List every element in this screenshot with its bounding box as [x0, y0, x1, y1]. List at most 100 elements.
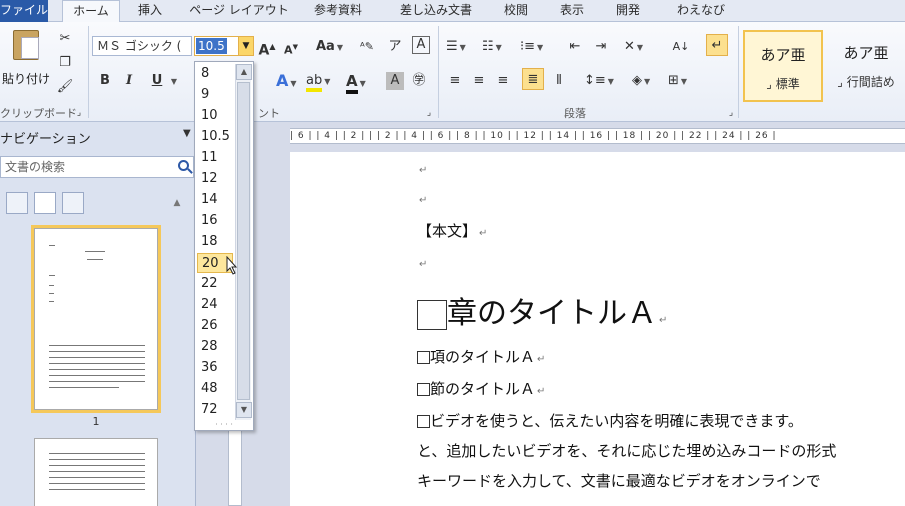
font-size-option[interactable]: 11 — [197, 148, 233, 168]
font-size-option[interactable]: 18 — [197, 232, 233, 252]
headings-view-button[interactable] — [6, 192, 28, 214]
clipboard-icon — [13, 30, 39, 60]
asian-layout-icon[interactable]: ✕ ▼ — [624, 36, 643, 58]
shrink-font-button[interactable]: A▼ — [282, 36, 300, 58]
font-size-dropdown[interactable]: 8 9 10 10.5 11 12 14 16 18 20 22 24 26 28 36 48 72 ▲ ▼ ·… — [194, 61, 254, 431]
scroll-up-icon[interactable]: ▲ — [168, 192, 186, 214]
numbering-icon[interactable]: ☷ ▼ — [482, 36, 502, 58]
font-size-option[interactable]: 10 — [197, 106, 233, 126]
resize-grip-icon[interactable]: · · · · — [195, 421, 253, 430]
char-border-icon[interactable]: A — [412, 36, 430, 54]
font-size-option[interactable]: 9 — [197, 85, 233, 105]
scrollbar-thumb[interactable] — [237, 82, 250, 400]
italic-button[interactable]: I — [120, 70, 138, 92]
paragraph-mark: ↵ — [419, 259, 428, 270]
page-thumbnail[interactable] — [31, 225, 161, 413]
pages-view-button[interactable] — [34, 192, 56, 214]
results-view-button[interactable] — [62, 192, 84, 214]
bullets-icon[interactable]: ☰ ▼ — [446, 36, 466, 58]
document-page[interactable]: ↵ ↵ 【本文】 ↵ ↵ 章のタイトルＡ ↵ 項のタイトルＡ ↵ 節のタイトルＡ ↵ ビ… — [290, 152, 905, 506]
tab-page-layout[interactable]: ページ レイアウト — [180, 0, 298, 22]
search-icon[interactable] — [178, 160, 189, 171]
page-number: 1 — [92, 415, 100, 428]
tab-waenavi[interactable]: わえなび — [666, 0, 736, 22]
font-group-label: ント — [258, 107, 280, 120]
style-no-spacing[interactable]: あア亜 ⌟ 行間詰め — [826, 30, 905, 102]
font-size-option[interactable]: 22 — [197, 274, 233, 294]
scroll-down-icon[interactable]: ▼ — [236, 402, 252, 418]
highlight-icon[interactable]: ab ▼ — [306, 70, 330, 92]
font-color-icon[interactable]: A ▼ — [346, 70, 366, 94]
scissors-icon: ✂ — [59, 31, 71, 46]
show-marks-icon[interactable]: ↵ — [706, 34, 728, 56]
style-sample: あア亜 — [843, 44, 889, 62]
copy-button[interactable]: ❐ — [56, 52, 74, 74]
underline-dropdown[interactable]: ▼ — [164, 70, 182, 92]
tab-developer[interactable]: 開発 — [606, 0, 650, 22]
page-thumbnail[interactable] — [34, 438, 158, 506]
tab-file[interactable]: ファイル — [0, 0, 48, 22]
ribbon-tab-bar: ファイル ホーム 挿入 ページ レイアウト 参考資料 差し込み文書 校閲 表示 … — [0, 0, 905, 23]
tab-insert[interactable]: 挿入 — [128, 0, 172, 22]
font-size-option[interactable]: 26 — [197, 316, 233, 336]
clear-format-icon[interactable]: ᴬ✎ — [358, 36, 376, 58]
brush-icon: 🖌 — [56, 79, 74, 94]
char-shading-icon[interactable]: A — [386, 72, 404, 90]
font-size-option[interactable]: 28 — [197, 337, 233, 357]
tab-home[interactable]: ホーム — [62, 0, 120, 23]
change-case-button[interactable]: Aa ▼ — [316, 36, 343, 58]
group-divider — [738, 26, 739, 118]
distribute-icon[interactable]: ⦀ — [550, 70, 568, 92]
navigation-pane: ナビゲーション ▼ 文書の検索 ▲ 1 — [0, 122, 196, 506]
paste-label: 貼り付け — [2, 72, 51, 86]
enclose-char-icon[interactable]: ㊫ — [410, 70, 428, 92]
multilevel-list-icon[interactable]: ⁝≡ ▼ — [520, 36, 543, 58]
scroll-up-icon[interactable]: ▲ — [236, 64, 252, 80]
font-size-option[interactable]: 24 — [197, 295, 233, 315]
font-size-option[interactable]: 12 — [197, 169, 233, 189]
clipboard-launcher-icon[interactable]: ⌟ — [70, 102, 88, 124]
text-effects-icon[interactable]: A ▼ — [276, 70, 297, 92]
font-size-option[interactable]: 16 — [197, 211, 233, 231]
chevron-down-icon[interactable]: ▼ — [238, 37, 253, 55]
paragraph-group-label: 段落 — [564, 107, 586, 120]
style-normal[interactable]: あア亜 ⌟ 標準 — [743, 30, 823, 102]
dropdown-scrollbar[interactable]: ▲ ▼ — [235, 64, 252, 420]
justify-icon[interactable]: ≣ — [522, 68, 544, 90]
align-left-icon[interactable]: ≡ — [446, 70, 464, 92]
grow-font-button[interactable]: A▲ — [258, 36, 276, 59]
font-launcher-icon[interactable]: ⌟ — [420, 102, 438, 124]
font-size-combobox[interactable]: 10.5 ▼ — [194, 36, 254, 56]
line-spacing-icon[interactable]: ↕≡ ▼ — [584, 70, 614, 92]
tab-review[interactable]: 校閲 — [494, 0, 538, 22]
bold-button[interactable]: B — [96, 70, 114, 92]
cut-button[interactable]: ✂ — [56, 28, 74, 50]
chapter-title: 章のタイトルＡ ↵ — [417, 288, 667, 332]
font-size-option[interactable]: 72 — [197, 400, 233, 420]
paste-button[interactable]: 貼り付け — [2, 28, 50, 104]
shading-icon[interactable]: ◈ ▼ — [632, 70, 650, 92]
increase-indent-icon[interactable]: ⇥ — [592, 36, 610, 58]
phonetic-guide-icon[interactable]: ア — [386, 36, 404, 58]
font-name-combobox[interactable]: ＭＳ ゴシック ( — [92, 36, 192, 56]
clipboard-group-label: クリップボード — [0, 107, 77, 120]
search-input[interactable]: 文書の検索 — [0, 156, 194, 178]
tab-references[interactable]: 参考資料 — [300, 0, 376, 22]
font-size-option[interactable]: 36 — [197, 358, 233, 378]
search-placeholder: 文書の検索 — [5, 160, 66, 174]
format-painter-button[interactable]: 🖌 — [56, 76, 74, 98]
copy-icon: ❐ — [59, 55, 71, 70]
sort-icon[interactable]: A↓ — [672, 36, 690, 58]
decrease-indent-icon[interactable]: ⇤ — [566, 36, 584, 58]
align-center-icon[interactable]: ≡ — [470, 70, 488, 92]
chevron-down-icon[interactable]: ▼ — [183, 128, 191, 139]
font-size-option[interactable]: 14 — [197, 190, 233, 210]
font-size-option[interactable]: 48 — [197, 379, 233, 399]
paragraph-mark: ↵ — [419, 165, 428, 176]
align-right-icon[interactable]: ≡ — [494, 70, 512, 92]
font-size-option[interactable]: 8 — [197, 64, 233, 84]
tab-mailings[interactable]: 差し込み文書 — [384, 0, 488, 22]
tab-view[interactable]: 表示 — [550, 0, 594, 22]
borders-icon[interactable]: ⊞ ▼ — [668, 70, 687, 92]
font-size-option[interactable]: 10.5 — [197, 127, 233, 147]
